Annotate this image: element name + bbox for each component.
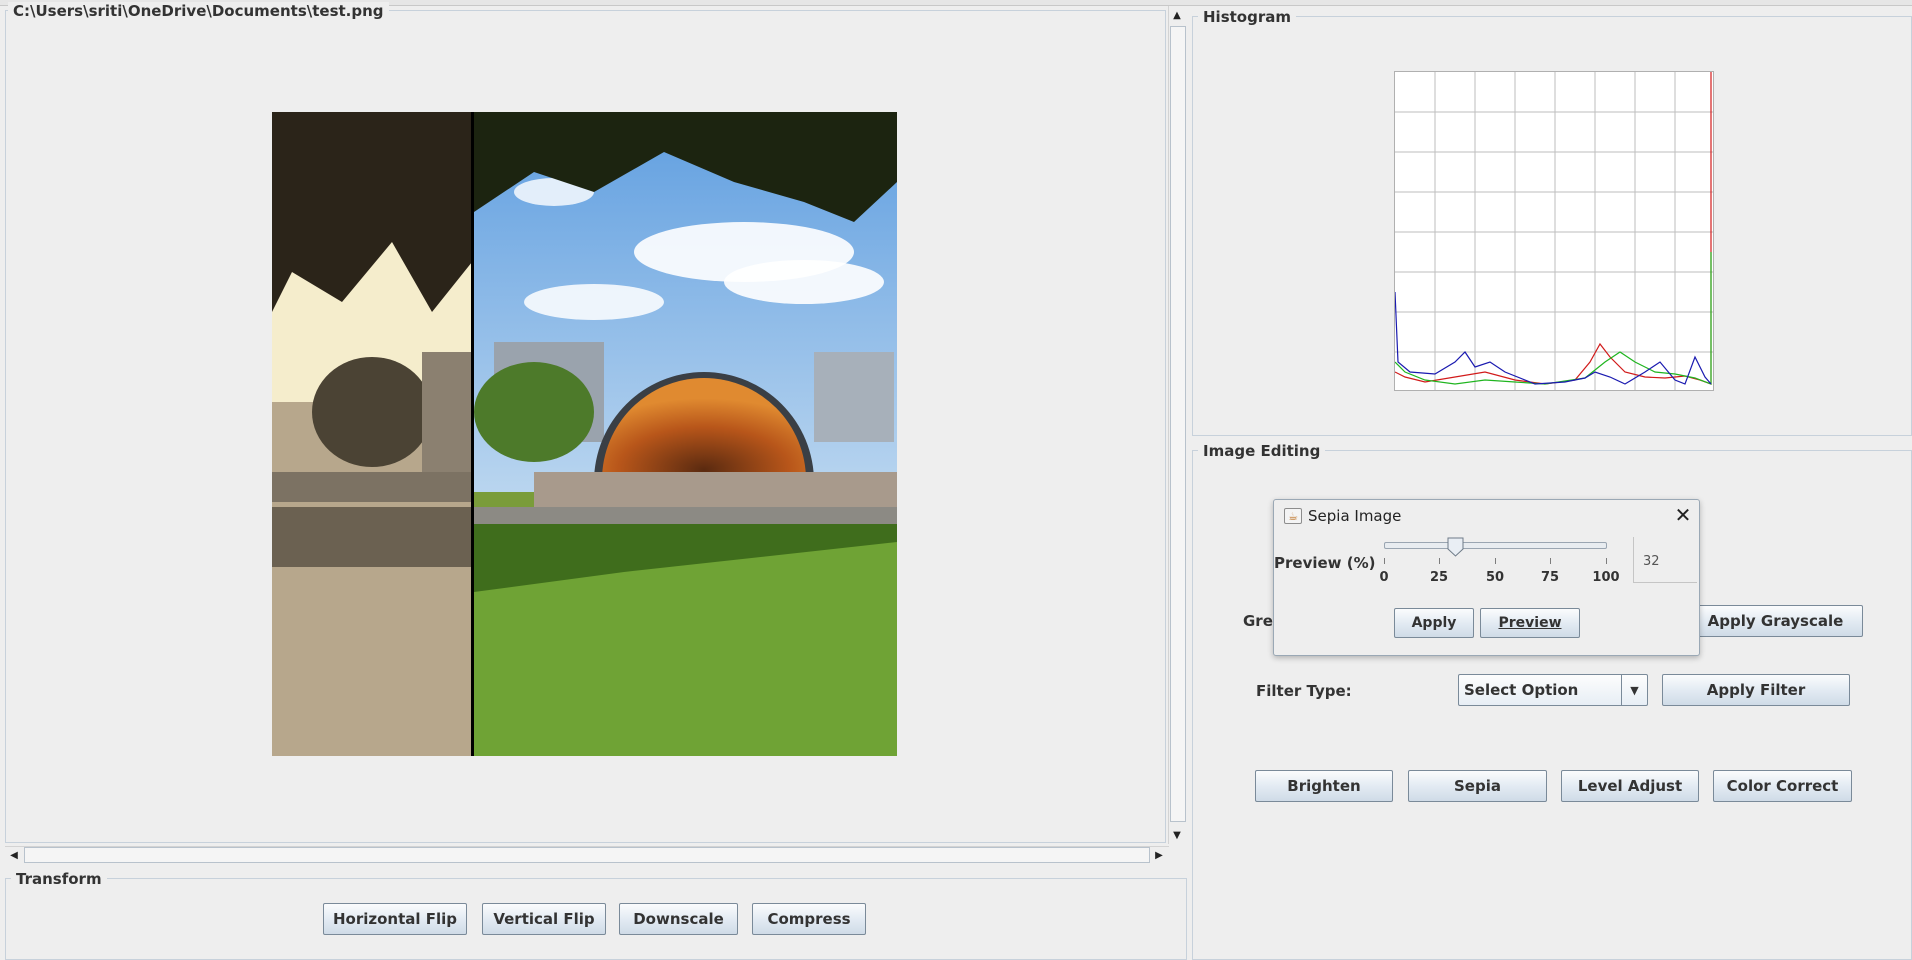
slider-tick-label: 50 xyxy=(1485,570,1505,585)
filter-type-selected: Select Option xyxy=(1464,681,1579,699)
close-icon[interactable]: ✕ xyxy=(1672,503,1694,527)
level-adjust-button[interactable]: Level Adjust xyxy=(1561,770,1699,802)
compress-button[interactable]: Compress xyxy=(752,903,866,935)
histogram-chart xyxy=(1394,71,1714,391)
chevron-down-icon[interactable]: ▼ xyxy=(1621,675,1647,705)
scroll-up-icon[interactable]: ▲ xyxy=(1168,6,1186,24)
sepia-preview-divider xyxy=(471,112,474,756)
brighten-button[interactable]: Brighten xyxy=(1255,770,1393,802)
histogram-plot xyxy=(1394,72,1713,390)
slider-tick xyxy=(1606,558,1607,564)
histogram-blue-line xyxy=(1394,291,1712,385)
file-path-title: C:\Users\sriti\OneDrive\Documents\test.p… xyxy=(8,2,389,20)
vertical-flip-button[interactable]: Vertical Flip xyxy=(482,903,606,935)
filter-type-label: Filter Type: xyxy=(1256,682,1352,700)
image-preview xyxy=(272,112,897,756)
vertical-scroll-thumb[interactable] xyxy=(1170,26,1186,822)
scroll-right-icon[interactable]: ▶ xyxy=(1150,846,1168,864)
transform-title: Transform xyxy=(11,870,107,888)
dialog-title: Sepia Image xyxy=(1308,507,1402,525)
horizontal-scroll-thumb[interactable] xyxy=(24,847,1150,863)
histogram-red-line xyxy=(1394,72,1712,385)
preview-percent-label: Preview (%) xyxy=(1274,554,1376,572)
slider-tick-label: 100 xyxy=(1592,570,1620,585)
image-editing-title: Image Editing xyxy=(1198,442,1326,460)
preview-slider[interactable] xyxy=(1384,542,1607,549)
slider-value-display: 32 xyxy=(1633,537,1697,583)
slider-tick-label: 0 xyxy=(1379,570,1389,585)
slider-tick xyxy=(1384,558,1385,564)
horizontal-flip-button[interactable]: Horizontal Flip xyxy=(323,903,467,935)
slider-tick-label: 75 xyxy=(1540,570,1560,585)
downscale-button[interactable]: Downscale xyxy=(619,903,738,935)
color-image-section xyxy=(474,112,897,756)
dialog-preview-button[interactable]: Preview xyxy=(1480,608,1580,638)
slider-tick xyxy=(1495,558,1496,564)
histogram-title: Histogram xyxy=(1198,8,1296,26)
sepia-button[interactable]: Sepia xyxy=(1408,770,1547,802)
scroll-down-icon[interactable]: ▼ xyxy=(1168,826,1186,844)
sepia-image-section xyxy=(272,112,472,756)
apply-filter-button[interactable]: Apply Filter xyxy=(1662,674,1850,706)
slider-thumb[interactable] xyxy=(1447,537,1464,557)
dialog-apply-button[interactable]: Apply xyxy=(1394,608,1474,638)
scroll-left-icon[interactable]: ◀ xyxy=(5,846,23,864)
color-correct-button[interactable]: Color Correct xyxy=(1713,770,1852,802)
slider-tick xyxy=(1439,558,1440,564)
slider-tick xyxy=(1550,558,1551,564)
slider-tick-label: 25 xyxy=(1429,570,1449,585)
java-app-icon: ☕ xyxy=(1284,508,1302,524)
filter-type-dropdown[interactable]: Select Option ▼ xyxy=(1458,674,1648,706)
apply-grayscale-button[interactable]: Apply Grayscale xyxy=(1688,605,1863,637)
sepia-dialog: ☕ Sepia Image ✕ Preview (%) 0 25 50 75 1… xyxy=(1273,499,1700,656)
